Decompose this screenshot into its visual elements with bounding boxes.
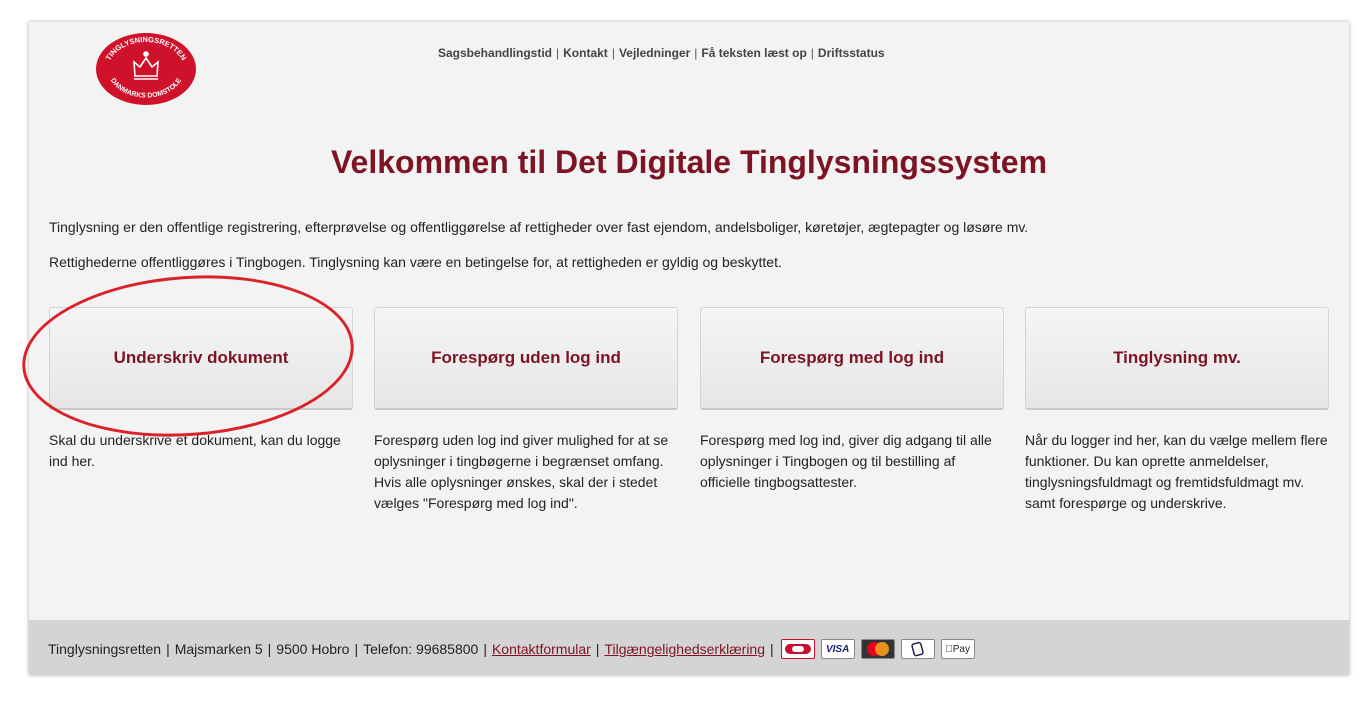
nav-sagsbehandlingstid[interactable]: Sagsbehandlingstid	[438, 46, 552, 60]
applepay-text: Pay	[949, 643, 970, 655]
footer-separator: |	[770, 641, 774, 657]
footer-separator: |	[267, 641, 272, 657]
intro-paragraph-2: Rettighederne offentliggøres i Tingbogen…	[49, 254, 782, 270]
card-description: Når du logger ind her, kan du vælge mell…	[1025, 432, 1328, 511]
forespoerg-med-log-ind-button[interactable]: Forespørg med log ind	[700, 307, 1004, 410]
nav-read-aloud[interactable]: Få teksten læst op	[701, 46, 806, 60]
forespoerg-uden-log-ind-button[interactable]: Forespørg uden log ind	[374, 307, 678, 410]
dankort-icon	[780, 639, 815, 659]
footer-separator: |	[595, 641, 600, 657]
footer-city: 9500 Hobro	[276, 641, 350, 657]
card-description: Forespørg uden log ind giver mulighed fo…	[374, 432, 669, 511]
footer-org: Tinglysningsretten	[48, 641, 162, 657]
footer-separator: |	[354, 641, 359, 657]
footer-phone: Telefon: 99685800	[363, 641, 479, 657]
nav-separator: |	[694, 46, 698, 60]
footer-separator: |	[166, 641, 170, 657]
tinglysning-mv-button[interactable]: Tinglysning mv.	[1025, 307, 1329, 410]
card-label: Underskriv dokument	[113, 348, 289, 367]
footer-separator: |	[483, 641, 487, 657]
nav-separator: |	[611, 46, 615, 60]
nav-separator: |	[810, 46, 814, 60]
intro-paragraph-1: Tinglysning er den offentlige registreri…	[49, 219, 1029, 235]
nav-driftsstatus[interactable]: Driftsstatus	[818, 46, 885, 60]
mastercard-icon	[860, 639, 895, 659]
tinglysningsretten-logo[interactable]: TINGLYSNINGSRETTEN DANMARKS DOMSTOLE	[95, 32, 197, 106]
contact-form-link[interactable]: Kontaktformular	[492, 641, 591, 657]
card-label: Tinglysning mv.	[1113, 348, 1241, 367]
card-description: Skal du underskrive et dokument, kan du …	[49, 432, 341, 469]
applepay-icon: Pay	[940, 639, 975, 659]
apple-glyph-icon: 	[945, 644, 953, 655]
card-label: Forespørg med log ind	[759, 348, 945, 367]
card-description: Forespørg med log ind, giver dig adgang …	[700, 432, 992, 490]
footer: Tinglysningsretten | Majsmarken 5 | 9500…	[29, 620, 1349, 675]
card-label: Forespørg uden log ind	[431, 348, 621, 367]
visa-icon: VISA	[820, 639, 855, 659]
page-frame: TINGLYSNINGSRETTEN DANMARKS DOMSTOLE Sag…	[16, 22, 1349, 675]
footer-address: Majsmarken 5	[174, 641, 263, 657]
accessibility-link[interactable]: Tilgængelighedserklæring	[604, 641, 765, 657]
underskriv-dokument-button[interactable]: Underskriv dokument	[49, 307, 353, 410]
nav-separator: |	[556, 46, 560, 60]
payment-icons: VISA Pay	[780, 639, 975, 659]
mobilepay-icon	[900, 639, 935, 659]
nav-vejledninger[interactable]: Vejledninger	[619, 46, 690, 60]
nav-kontakt[interactable]: Kontakt	[563, 46, 608, 60]
page-title: Velkommen til Det Digitale Tinglysningss…	[330, 144, 1048, 180]
